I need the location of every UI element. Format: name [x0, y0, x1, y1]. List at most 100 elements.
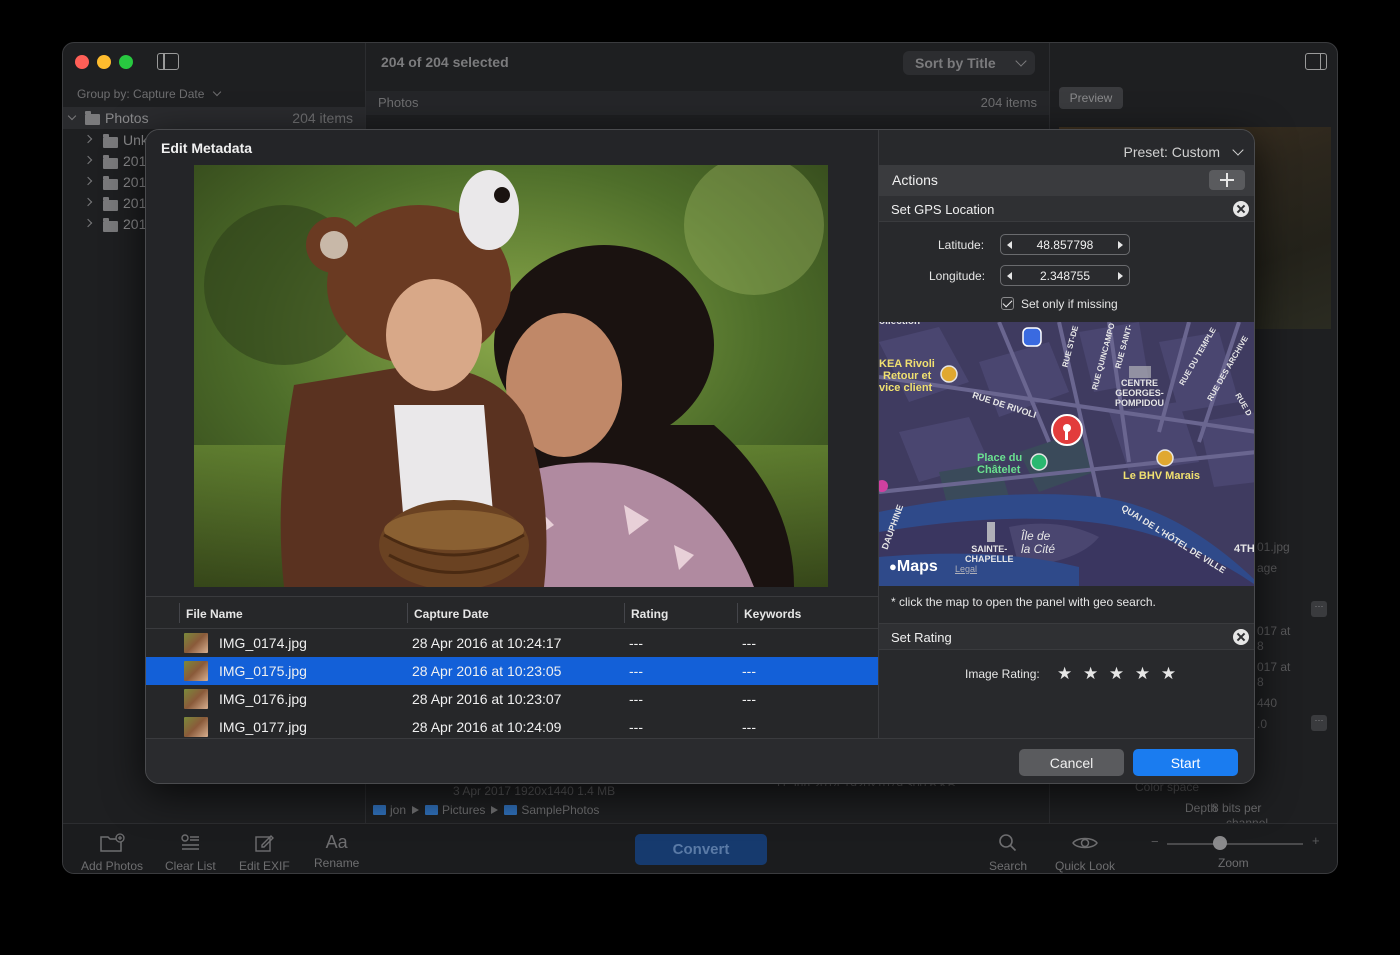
- breadcrumb-item[interactable]: Pictures: [442, 803, 485, 817]
- remove-gps-action-button[interactable]: [1233, 201, 1249, 217]
- actions-header: Actions: [879, 165, 1254, 195]
- table-row[interactable]: IMG_0175.jpg 28 Apr 2016 at 10:23:05 ---…: [146, 657, 878, 685]
- add-photos-button[interactable]: Add Photos: [81, 832, 143, 873]
- column-header-file-name[interactable]: File Name: [186, 607, 243, 621]
- sidebar-toggle-icon[interactable]: [157, 53, 179, 70]
- dialog-title: Edit Metadata: [161, 140, 253, 156]
- zoom-slider-knob[interactable]: [1213, 836, 1227, 850]
- map-label-line: KEA Rivoli: [879, 358, 935, 370]
- sidebar-tree-label: 201: [123, 174, 147, 190]
- map-label-line: SAINTE-: [971, 544, 1008, 554]
- breadcrumb-item[interactable]: jon: [390, 803, 406, 817]
- column-header-keywords[interactable]: Keywords: [744, 607, 801, 621]
- cell-file-name: IMG_0175.jpg: [219, 663, 307, 679]
- column-header-rating[interactable]: Rating: [631, 607, 668, 621]
- quick-look-label: Quick Look: [1055, 859, 1116, 873]
- folder-icon: [103, 218, 118, 232]
- sort-button[interactable]: Sort by Title: [903, 51, 1035, 75]
- eye-icon: [1072, 837, 1098, 849]
- content-header-count: 204 items: [980, 95, 1037, 110]
- decrement-icon[interactable]: [1007, 272, 1012, 280]
- latitude-stepper[interactable]: 48.857798: [1000, 234, 1130, 255]
- sidebar-item-photos[interactable]: Photos 204 items: [63, 107, 365, 129]
- longitude-stepper[interactable]: 2.348755: [1000, 265, 1130, 286]
- zoom-window-button[interactable]: [119, 55, 133, 69]
- breadcrumb-item[interactable]: SamplePhotos: [521, 803, 599, 817]
- minimize-window-button[interactable]: [97, 55, 111, 69]
- close-window-button[interactable]: [75, 55, 89, 69]
- set-only-if-missing-checkbox[interactable]: [1001, 297, 1014, 310]
- cancel-button[interactable]: Cancel: [1019, 749, 1124, 776]
- actions-label: Actions: [892, 172, 938, 188]
- column-separator: [407, 603, 408, 623]
- longitude-value: 2.348755: [1039, 269, 1091, 283]
- preset-menu[interactable]: Preset: Custom: [1124, 144, 1220, 160]
- inspector-toggle-icon[interactable]: [1305, 53, 1327, 70]
- remove-rating-action-button[interactable]: [1233, 629, 1249, 645]
- start-button[interactable]: Start: [1133, 749, 1238, 776]
- maps-logo: ●Maps: [889, 558, 938, 576]
- image-rating-label: Image Rating:: [965, 667, 1040, 681]
- clear-list-button[interactable]: Clear List: [165, 832, 216, 873]
- map-label-line: CENTRE: [1121, 378, 1159, 388]
- cell-keywords: ---: [742, 691, 756, 707]
- rename-button[interactable]: Aa Rename: [314, 832, 359, 870]
- thumbnail: [184, 717, 208, 737]
- convert-button[interactable]: Convert: [635, 834, 767, 865]
- table-row[interactable]: IMG_0177.jpg 28 Apr 2016 at 10:24:09 ---…: [146, 713, 878, 741]
- decrement-icon[interactable]: [1007, 241, 1012, 249]
- map-label: Place du Châtelet: [977, 452, 1022, 476]
- zoom-slider[interactable]: [1167, 843, 1303, 845]
- quick-look-button[interactable]: Quick Look: [1055, 832, 1115, 873]
- rating-stars[interactable]: ★ ★ ★ ★ ★: [1057, 664, 1179, 684]
- latitude-value: 48.857798: [1036, 238, 1094, 252]
- map-label-line: GEORGES-: [1115, 388, 1164, 398]
- zoom-out-icon[interactable]: −: [1151, 834, 1159, 849]
- map-label-line: vice client: [879, 382, 933, 394]
- cell-keywords: ---: [742, 635, 756, 651]
- cell-keywords: ---: [742, 719, 756, 735]
- more-icon[interactable]: ···: [1311, 715, 1327, 731]
- group-by-menu[interactable]: Group by: Capture Date: [77, 87, 222, 101]
- set-only-if-missing-label: Set only if missing: [1021, 297, 1118, 311]
- map-label: Île de la Cité: [1021, 530, 1055, 556]
- folder-icon: [103, 155, 118, 169]
- cell-file-name: IMG_0177.jpg: [219, 719, 307, 735]
- more-icon[interactable]: ···: [1311, 601, 1327, 617]
- inspector-text: 8: [1257, 675, 1264, 689]
- latitude-label: Latitude:: [938, 238, 985, 252]
- chevron-down-icon: [1232, 144, 1244, 156]
- map-label-line: Place du: [977, 452, 1023, 464]
- folder-icon: [103, 134, 118, 148]
- arrow-right-icon: [491, 806, 499, 814]
- folder-icon: [85, 111, 100, 125]
- table-row[interactable]: IMG_0174.jpg 28 Apr 2016 at 10:24:17 ---…: [146, 629, 878, 657]
- maps-brand: Maps: [896, 558, 938, 575]
- increment-icon[interactable]: [1118, 272, 1123, 280]
- map-label-line: Retour et: [883, 370, 932, 382]
- map-legal-link[interactable]: Legal: [955, 564, 977, 574]
- inspector-text: age: [1257, 561, 1278, 575]
- edit-metadata-dialog: Edit Metadata File Name Capture Date Rat…: [145, 129, 1255, 784]
- search-button[interactable]: Search: [989, 832, 1027, 873]
- map-note: * click the map to open the panel with g…: [891, 595, 1156, 609]
- preview-button[interactable]: Preview: [1059, 87, 1123, 109]
- cell-rating: ---: [629, 663, 643, 679]
- search-label: Search: [989, 859, 1028, 873]
- increment-icon[interactable]: [1118, 241, 1123, 249]
- rating-section-title: Set Rating: [891, 630, 952, 645]
- edit-exif-button[interactable]: Edit EXIF: [239, 832, 290, 873]
- folder-icon: [103, 176, 118, 190]
- edit-exif-label: Edit EXIF: [239, 859, 290, 873]
- map-label: 4TH: [1234, 543, 1255, 555]
- content-header-label: Photos: [378, 95, 419, 110]
- cell-file-name: IMG_0176.jpg: [219, 691, 307, 707]
- zoom-in-icon[interactable]: +: [1312, 833, 1320, 848]
- column-header-capture-date[interactable]: Capture Date: [414, 607, 489, 621]
- thumbnail-info: 3 Apr 2017 1920x1440 1.4 MB: [453, 784, 616, 798]
- add-action-button[interactable]: [1209, 170, 1245, 190]
- table-row[interactable]: IMG_0176.jpg 28 Apr 2016 at 10:23:07 ---…: [146, 685, 878, 713]
- cell-capture-date: 28 Apr 2016 at 10:23:07: [412, 691, 562, 707]
- actions-panel: Preset: Custom Actions Set GPS Location …: [878, 130, 1255, 738]
- map-view[interactable]: ollection KEA Rivoli Retour et vice clie…: [879, 322, 1255, 586]
